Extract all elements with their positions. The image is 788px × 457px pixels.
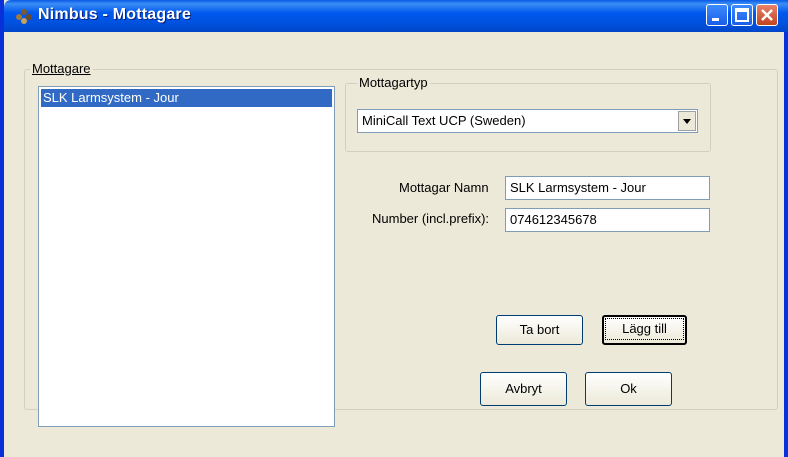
ok-button[interactable]: Ok xyxy=(585,372,672,406)
app-icon xyxy=(16,9,32,24)
list-item-label: SLK Larmsystem - Jour xyxy=(43,90,179,105)
dialog-window: Nimbus - Mottagare Mottagare SLK Larmsys… xyxy=(0,0,788,457)
recipient-type-value: MiniCall Text UCP (Sweden) xyxy=(362,113,526,128)
number-label: Number (incl.prefix): xyxy=(372,211,490,226)
window-title: Nimbus - Mottagare xyxy=(38,6,191,23)
maximize-button[interactable] xyxy=(731,4,753,26)
list-item[interactable]: SLK Larmsystem - Jour xyxy=(41,89,332,107)
recipients-listbox[interactable]: SLK Larmsystem - Jour xyxy=(38,86,335,427)
remove-button-label: Ta bort xyxy=(519,322,560,337)
chevron-down-icon xyxy=(683,119,691,124)
dropdown-button[interactable] xyxy=(678,111,696,131)
minimize-button[interactable] xyxy=(706,4,728,26)
name-label: Mottagar Namn xyxy=(399,180,489,195)
add-button-label: Lägg till xyxy=(605,318,684,340)
ok-button-label: Ok xyxy=(620,381,637,396)
recipients-group-legend: Mottagare xyxy=(30,61,93,76)
minimize-icon xyxy=(712,18,719,21)
cancel-button-label: Avbryt xyxy=(505,381,542,396)
cancel-button[interactable]: Avbryt xyxy=(480,372,567,406)
recipient-type-select[interactable]: MiniCall Text UCP (Sweden) xyxy=(357,109,698,133)
recipient-type-legend: Mottagartyp xyxy=(357,75,430,90)
close-button[interactable] xyxy=(756,4,778,26)
number-field[interactable]: 074612345678 xyxy=(505,208,710,232)
remove-button[interactable]: Ta bort xyxy=(496,315,583,345)
title-bar[interactable]: Nimbus - Mottagare xyxy=(4,0,788,32)
add-button[interactable]: Lägg till xyxy=(602,315,687,345)
close-icon xyxy=(761,9,773,21)
name-field[interactable]: SLK Larmsystem - Jour xyxy=(505,176,710,200)
maximize-icon xyxy=(735,8,749,22)
